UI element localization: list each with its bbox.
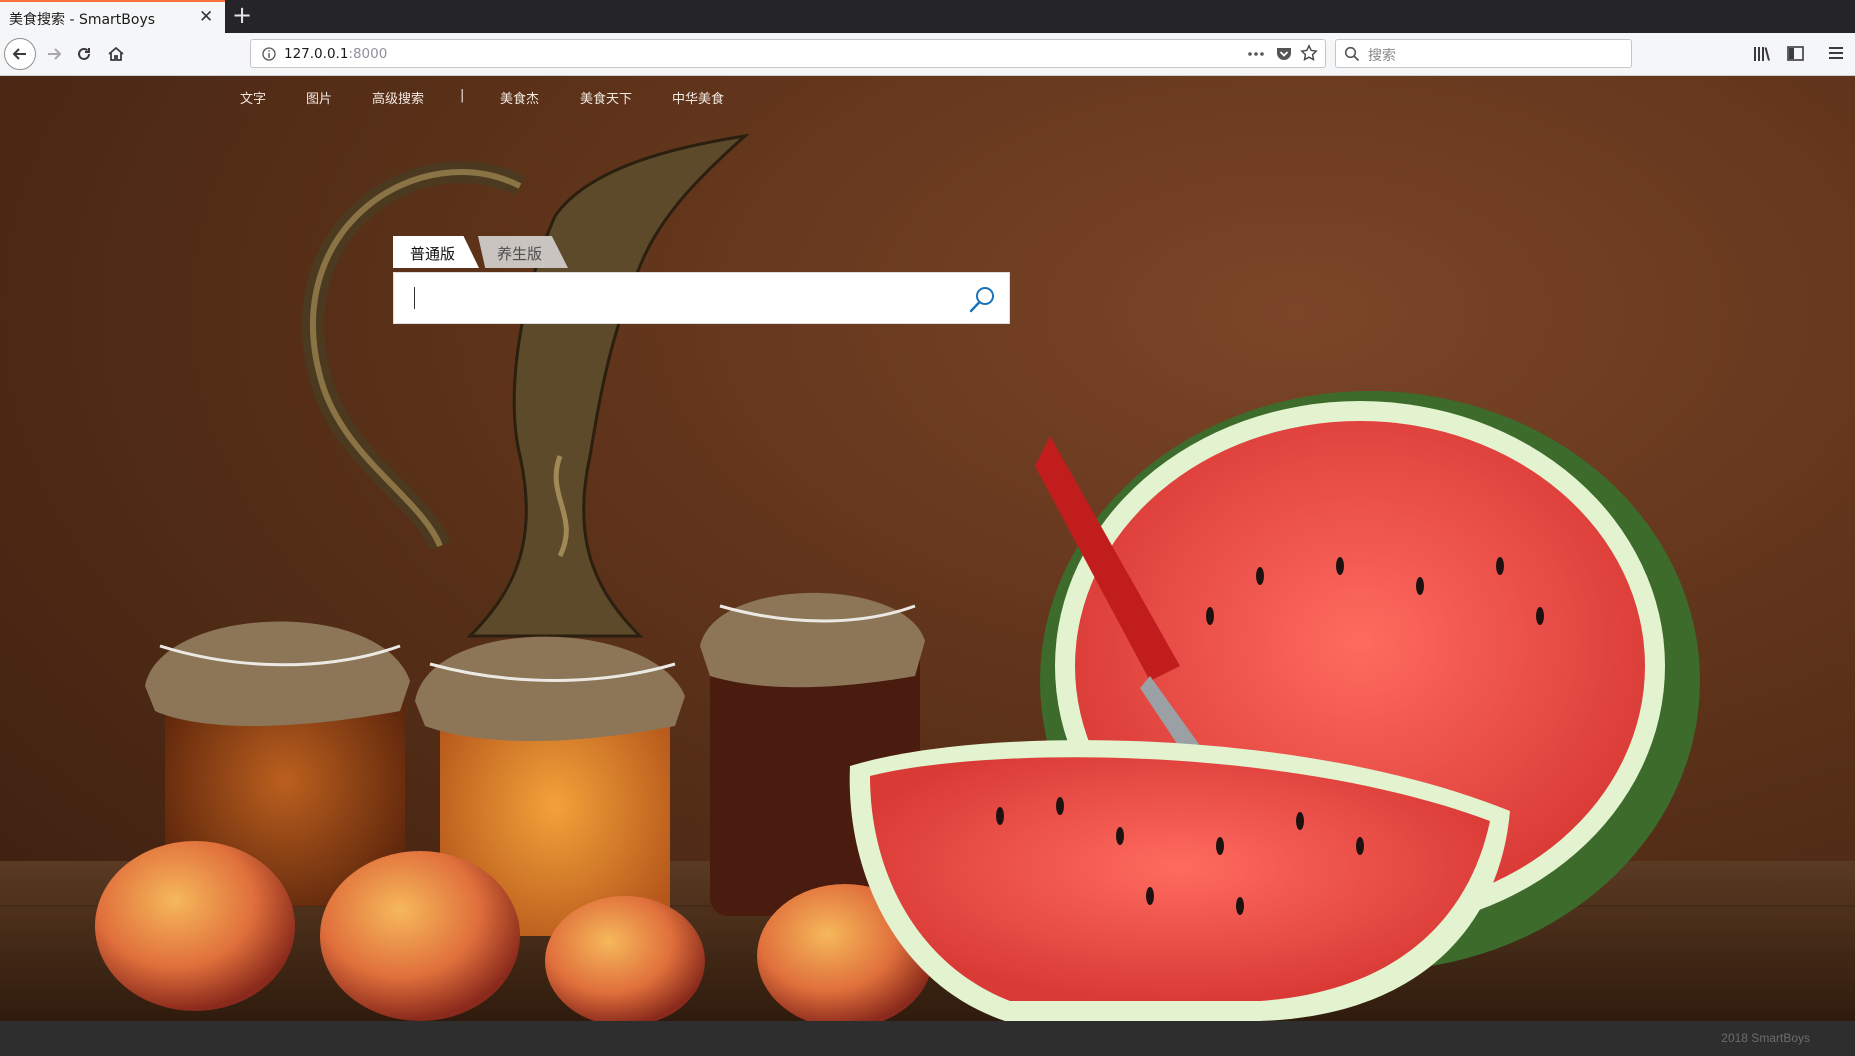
bookmark-star-icon[interactable]: [1300, 44, 1318, 62]
nav-link-images[interactable]: 图片: [306, 88, 332, 107]
close-tab-icon[interactable]: ✕: [199, 7, 213, 27]
search-placeholder: 搜索: [1368, 48, 1396, 64]
sidebar-icon[interactable]: [1786, 44, 1806, 64]
url-bar[interactable]: 127.0.0.1:8000: [250, 39, 1326, 68]
forward-button[interactable]: [38, 38, 70, 70]
pocket-icon[interactable]: [1275, 45, 1293, 63]
browser-search-bar[interactable]: 搜索: [1335, 39, 1632, 68]
home-icon: [108, 46, 124, 61]
search-input[interactable]: [414, 284, 954, 314]
url-host: 127.0.0.1: [284, 46, 349, 62]
nav-link-text[interactable]: 文字: [240, 88, 266, 107]
search-box: [393, 272, 1010, 324]
nav-link-zhonghua-meishi[interactable]: 中华美食: [672, 88, 724, 107]
page-footer: 2018 SmartBoys: [0, 1021, 1855, 1056]
back-button[interactable]: [4, 38, 36, 70]
text-cursor: [414, 287, 415, 309]
reload-icon: [78, 47, 90, 60]
search-icon: [1344, 46, 1360, 62]
home-button[interactable]: [100, 38, 132, 70]
info-icon[interactable]: [261, 46, 277, 62]
more-actions-icon[interactable]: [1246, 45, 1266, 63]
magnifier-icon[interactable]: [967, 285, 997, 315]
tab-strip: 美食搜索 - SmartBoys ✕ +: [0, 0, 1855, 33]
nav-link-advanced-search[interactable]: 高级搜索: [372, 88, 424, 107]
arrow-left-icon: [12, 48, 26, 60]
nav-link-meishijie[interactable]: 美食杰: [500, 88, 539, 107]
page-content: 文字 图片 高级搜索 | 美食杰 美食天下 中华美食 普通版 养生版: [0, 76, 1855, 1021]
arrow-right-icon: [48, 48, 62, 60]
library-icon[interactable]: [1752, 44, 1772, 64]
still-life-background-image: [0, 133, 1855, 1021]
url-port: :8000: [348, 46, 388, 62]
footer-copyright: 2018 SmartBoys: [1721, 1031, 1810, 1045]
reload-button[interactable]: [68, 38, 100, 70]
hamburger-menu-icon[interactable]: [1826, 43, 1846, 63]
tab-normal-label: 普通版: [410, 245, 456, 263]
navigation-toolbar: 127.0.0.1:8000 搜索: [0, 33, 1855, 76]
new-tab-button[interactable]: +: [232, 1, 252, 29]
nav-link-meishitianxia[interactable]: 美食天下: [580, 88, 632, 107]
browser-tab[interactable]: 美食搜索 - SmartBoys ✕: [0, 0, 225, 33]
tab-title: 美食搜索 - SmartBoys: [9, 12, 156, 28]
url-text[interactable]: 127.0.0.1:8000: [284, 46, 387, 62]
nav-separator: |: [460, 88, 465, 103]
tab-health-label: 养生版: [497, 245, 543, 263]
